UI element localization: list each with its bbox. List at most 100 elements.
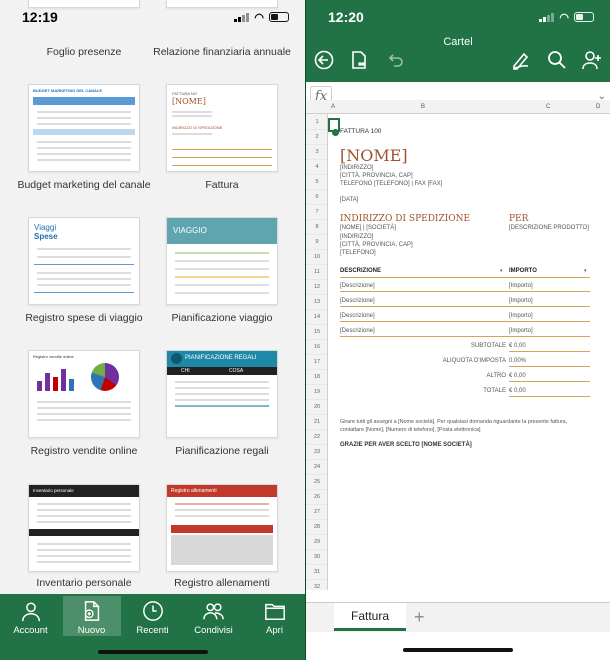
grid-line: [306, 549, 327, 550]
status-time: 12:19: [22, 9, 58, 25]
row-number[interactable]: 29: [306, 539, 328, 545]
search-icon[interactable]: [545, 48, 569, 72]
row-number[interactable]: 10: [306, 254, 328, 260]
row-number[interactable]: 8: [306, 224, 328, 230]
grid-line: [306, 234, 327, 235]
template-foglio-presenze[interactable]: [28, 0, 140, 8]
grid-line: [306, 174, 327, 175]
template-label: Pianificazione regali: [175, 445, 269, 457]
selection-handle[interactable]: [332, 129, 339, 136]
spreadsheet-screen: 12:20 ◠ Cartel fx ⌄ A B C D 1 2 3 4 5 6 7 8 9 10 1…: [305, 0, 610, 660]
home-indicator: [97, 650, 208, 654]
app-toolbar: Cartel: [306, 34, 610, 82]
cells[interactable]: FATTURA 100 [NOME] [INDIRIZZO] [CITTÀ, P…: [328, 114, 610, 590]
template-registro-vendite[interactable]: Registro vendite online: [28, 350, 140, 438]
row-number[interactable]: 19: [306, 389, 328, 395]
template-label: Registro allenamenti: [174, 577, 270, 589]
row-headers: 1 2 3 4 5 6 7 8 9 10 11 12 13 14 15 16 17 18 19 20 21 22 23 24 2…: [306, 114, 328, 590]
grid-line: [306, 579, 327, 580]
row-number[interactable]: 15: [306, 329, 328, 335]
tab-condivisi[interactable]: Condivisi: [185, 596, 243, 636]
grid-line: [306, 339, 327, 340]
template-budget-marketing[interactable]: BUDGET MARKETING DEL CANALE: [28, 84, 140, 172]
undo-icon[interactable]: [383, 48, 407, 72]
grid-line: [306, 279, 327, 280]
new-file-icon: [84, 601, 99, 621]
row-number[interactable]: 21: [306, 419, 328, 425]
sheet-tab-fattura[interactable]: Fattura: [334, 603, 406, 631]
template-relazione-finanziaria[interactable]: [166, 0, 278, 8]
row-number[interactable]: 4: [306, 164, 328, 170]
grid-line: [306, 414, 327, 415]
file-menu-icon[interactable]: [347, 48, 371, 72]
template-label: Budget marketing del canale: [17, 179, 151, 191]
row-number[interactable]: 11: [306, 269, 328, 275]
template-inventario[interactable]: Inventario personale: [28, 484, 140, 572]
tab-recenti[interactable]: Recenti: [124, 596, 182, 636]
tab-nuovo[interactable]: Nuovo: [62, 596, 121, 636]
row-number[interactable]: 1: [306, 119, 328, 125]
tab-account[interactable]: Account: [2, 596, 60, 636]
back-icon[interactable]: [312, 48, 336, 72]
row-number[interactable]: 16: [306, 344, 328, 350]
template-registro-allenamenti[interactable]: Registro allenamenti: [166, 484, 278, 572]
row-number[interactable]: 27: [306, 509, 328, 515]
row-number[interactable]: 3: [306, 149, 328, 155]
grid-line: [306, 534, 327, 535]
row-number[interactable]: 23: [306, 449, 328, 455]
grid-line: [306, 159, 327, 160]
draw-icon[interactable]: [509, 48, 533, 72]
row-number[interactable]: 32: [306, 584, 328, 590]
person-icon: [21, 602, 40, 622]
grid-line: [306, 564, 327, 565]
grid-line: [306, 504, 327, 505]
grid-line: [306, 309, 327, 310]
row-number[interactable]: 31: [306, 569, 328, 575]
row-number[interactable]: 9: [306, 239, 328, 245]
grid-line: [306, 324, 327, 325]
template-registro-spese[interactable]: Viaggi Spese: [28, 217, 140, 305]
battery-icon: [574, 12, 594, 22]
row-number[interactable]: 22: [306, 434, 328, 440]
row-number[interactable]: 18: [306, 374, 328, 380]
add-person-icon[interactable]: [580, 48, 604, 72]
document-title[interactable]: Cartel: [306, 36, 610, 48]
spreadsheet-grid[interactable]: A B C D 1 2 3 4 5 6 7 8 9 10 11 12 13 14 15 16 17 18 19 20 2…: [306, 100, 610, 590]
template-label: Fattura: [205, 179, 239, 191]
grid-line: [306, 384, 327, 385]
grid-line: [306, 204, 327, 205]
template-gallery-screen: 12:19 ◠ Foglio presenze Relazione finanz…: [0, 0, 305, 660]
template-label: Inventario personale: [36, 577, 132, 589]
grid-line: [306, 129, 327, 130]
grid-line: [306, 354, 327, 355]
wifi-icon: ◠: [559, 11, 569, 24]
row-number[interactable]: 25: [306, 479, 328, 485]
row-number[interactable]: 28: [306, 524, 328, 530]
template-pianificazione-regali[interactable]: PIANIFICAZIONE REGALI CHI COSA: [166, 350, 278, 438]
row-number[interactable]: 30: [306, 554, 328, 560]
tab-apri[interactable]: Apri: [246, 596, 304, 636]
row-number[interactable]: 14: [306, 314, 328, 320]
grid-line: [306, 369, 327, 370]
row-number[interactable]: 6: [306, 194, 328, 200]
sheet-tab-bar: Fattura +: [306, 602, 610, 632]
grid-line: [306, 264, 327, 265]
row-number[interactable]: 17: [306, 359, 328, 365]
add-sheet-icon[interactable]: +: [414, 607, 425, 628]
battery-icon: [269, 12, 289, 22]
row-number[interactable]: 13: [306, 299, 328, 305]
row-number[interactable]: 12: [306, 284, 328, 290]
row-number[interactable]: 2: [306, 134, 328, 140]
row-number[interactable]: 20: [306, 404, 328, 410]
grid-line: [306, 399, 327, 400]
grid-line: [306, 219, 327, 220]
status-time: 12:20: [328, 9, 364, 25]
grid-line: [306, 444, 327, 445]
row-number[interactable]: 7: [306, 209, 328, 215]
template-label: Registro vendite online: [30, 445, 138, 457]
row-number[interactable]: 26: [306, 494, 328, 500]
template-pianificazione-viaggio[interactable]: VIAGGIO: [166, 217, 278, 305]
template-fattura[interactable]: FATTURA NO [NOME] INDIRIZZO DI SPEDIZION…: [166, 84, 278, 172]
row-number[interactable]: 24: [306, 464, 328, 470]
row-number[interactable]: 5: [306, 179, 328, 185]
